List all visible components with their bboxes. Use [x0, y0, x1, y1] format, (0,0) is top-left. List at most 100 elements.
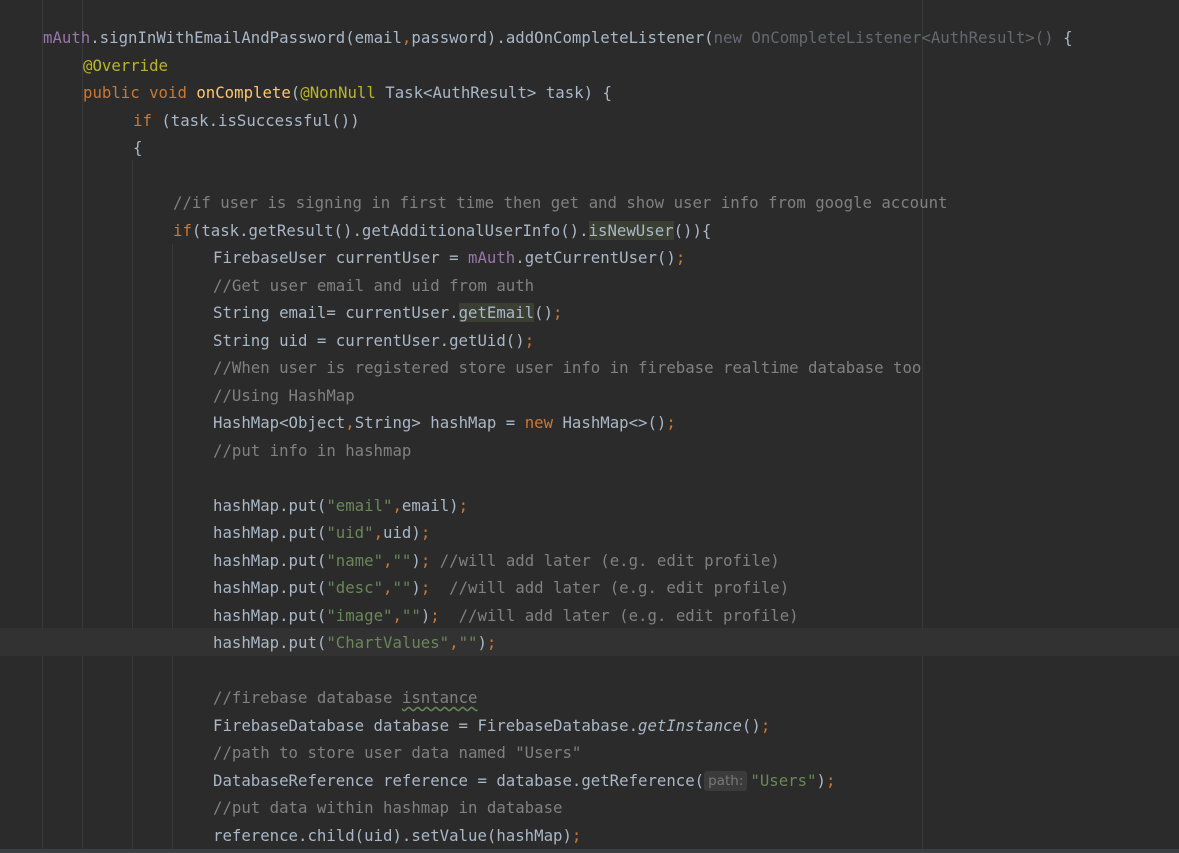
- code-token: ;: [666, 413, 676, 432]
- code-token: getInstance: [638, 715, 742, 735]
- code-token: hashMap.put(: [213, 523, 327, 542]
- code-string: "ChartValues": [326, 633, 450, 652]
- code-line[interactable]: hashMap.put("name",""); //will add later…: [213, 547, 780, 575]
- code-string: "image": [326, 605, 393, 625]
- parameter-hint: path:: [704, 770, 748, 791]
- code-token: public void: [83, 83, 197, 102]
- code-token: ,: [373, 523, 384, 542]
- code-line[interactable]: FirebaseUser currentUser = mAuth.getCurr…: [213, 244, 685, 272]
- code-comment: //put info in hashmap: [213, 440, 412, 460]
- code-line[interactable]: //put data within hashmap in database: [213, 794, 562, 822]
- code-token: ;: [420, 523, 431, 542]
- code-token: String> hashMap =: [354, 413, 525, 432]
- code-line[interactable]: //path to store user data named "Users": [213, 739, 581, 767]
- indent-guide: [172, 244, 173, 853]
- code-comment: //Using HashMap: [213, 385, 355, 405]
- code-token: ,: [392, 605, 402, 625]
- code-string: "name": [326, 550, 384, 570]
- code-comment: //When user is registered store user inf…: [213, 358, 922, 377]
- code-line[interactable]: if (task.isSuccessful()): [133, 107, 360, 135]
- code-token: mAuth: [468, 248, 516, 267]
- indent-guide: [82, 0, 83, 853]
- code-token: ): [411, 550, 421, 570]
- code-token: HashMap<>(): [562, 413, 667, 432]
- code-line[interactable]: String uid = currentUser.getUid();: [213, 327, 534, 355]
- code-line[interactable]: //if user is signing in first time then …: [173, 189, 947, 217]
- code-token: ,: [401, 28, 412, 47]
- code-comment: //will add later (e.g. edit profile): [449, 578, 790, 597]
- code-token: String uid = currentUser.getUid(): [213, 330, 525, 350]
- code-token: .signInWithEmailAndPassword(email: [90, 28, 402, 47]
- code-token-highlighted: getEmail: [458, 303, 535, 322]
- code-line[interactable]: public void onComplete(@NonNull Task<Aut…: [83, 79, 612, 107]
- code-line[interactable]: //Using HashMap: [213, 382, 355, 410]
- code-token: if: [173, 220, 192, 240]
- code-line[interactable]: if(task.getResult().getAdditionalUserInf…: [173, 217, 711, 245]
- code-string: "Users": [750, 770, 817, 790]
- code-token: ;: [553, 303, 563, 322]
- code-token: hashMap.put(: [213, 578, 327, 597]
- code-line[interactable]: @Override: [83, 52, 168, 80]
- current-line-highlight: [0, 628, 1179, 656]
- code-token: ,: [345, 413, 355, 432]
- code-token: @Override: [83, 55, 169, 75]
- code-line[interactable]: hashMap.put("uid",uid);: [213, 519, 430, 547]
- code-comment: //path to store user data named "Users": [213, 743, 582, 762]
- code-line[interactable]: DatabaseReference reference = database.g…: [213, 767, 835, 795]
- code-string: "uid": [326, 523, 374, 542]
- horizontal-scrollbar[interactable]: [0, 849, 1179, 853]
- code-token: hashMap.put(: [213, 605, 327, 625]
- code-token: ;: [458, 495, 469, 515]
- code-token: FirebaseUser currentUser =: [213, 248, 469, 267]
- code-comment: //if user is signing in first time then …: [173, 193, 948, 212]
- code-token-highlighted: isNewUser: [588, 220, 674, 240]
- code-string: "": [458, 633, 478, 652]
- code-line[interactable]: {: [133, 134, 142, 162]
- code-line[interactable]: hashMap.put("desc",""); //will add later…: [213, 574, 789, 602]
- code-token: HashMap<Object: [213, 413, 346, 432]
- code-token: uid): [383, 523, 421, 542]
- code-comment: //firebase database: [213, 688, 402, 707]
- code-token: onComplete: [196, 83, 291, 102]
- code-token: ): [411, 578, 421, 597]
- code-token: ;: [430, 605, 459, 625]
- code-line[interactable]: //put info in hashmap: [213, 437, 411, 465]
- code-token: hashMap.put(: [213, 495, 327, 515]
- code-token: ;: [420, 550, 440, 570]
- code-token: email): [401, 495, 459, 515]
- code-token: password).addOnCompleteListener(: [411, 28, 714, 47]
- code-token: {: [133, 138, 143, 157]
- code-token: ;: [675, 248, 686, 267]
- code-comment: //will add later (e.g. edit profile): [458, 605, 799, 625]
- code-line[interactable]: FirebaseDatabase database = FirebaseData…: [213, 712, 770, 740]
- code-token: reference.child(uid).setValue(hashMap): [213, 825, 572, 845]
- code-token: ): [420, 605, 431, 625]
- code-token: new: [524, 413, 563, 432]
- code-token: ,: [449, 633, 459, 652]
- code-token: (): [534, 303, 554, 322]
- code-string: "": [401, 605, 421, 625]
- code-token: if: [133, 110, 162, 130]
- code-line[interactable]: //Get user email and uid from auth: [213, 272, 534, 300]
- code-comment: //put data within hashmap in database: [213, 798, 563, 817]
- code-token: ,: [392, 495, 402, 515]
- code-token: mAuth: [43, 28, 91, 47]
- code-token: DatabaseReference reference = database.g…: [213, 770, 705, 790]
- code-line[interactable]: String email= currentUser.getEmail();: [213, 299, 562, 327]
- code-line[interactable]: HashMap<Object,String> hashMap = new Has…: [213, 409, 676, 437]
- code-line-current[interactable]: hashMap.put("ChartValues","");: [213, 629, 496, 657]
- code-editor[interactable]: mAuth.signInWithEmailAndPassword(email,p…: [0, 0, 1179, 853]
- code-token: .getCurrentUser(): [515, 248, 676, 267]
- code-token: (task.isSuccessful()): [161, 110, 360, 130]
- code-line[interactable]: reference.child(uid).setValue(hashMap);: [213, 822, 581, 850]
- code-line[interactable]: hashMap.put("email",email);: [213, 492, 468, 520]
- code-token: hashMap.put(: [213, 550, 327, 570]
- code-token: Task<AuthResult> task) {: [375, 83, 612, 102]
- code-line[interactable]: mAuth.signInWithEmailAndPassword(email,p…: [43, 24, 1073, 52]
- typo-word: isntance: [401, 688, 478, 707]
- code-token: ()){: [673, 220, 712, 240]
- code-line[interactable]: //When user is registered store user inf…: [213, 354, 921, 382]
- code-line[interactable]: //firebase database isntance: [213, 684, 477, 712]
- code-line[interactable]: hashMap.put("image",""); //will add late…: [213, 602, 799, 630]
- code-token: @NonNull: [300, 83, 376, 102]
